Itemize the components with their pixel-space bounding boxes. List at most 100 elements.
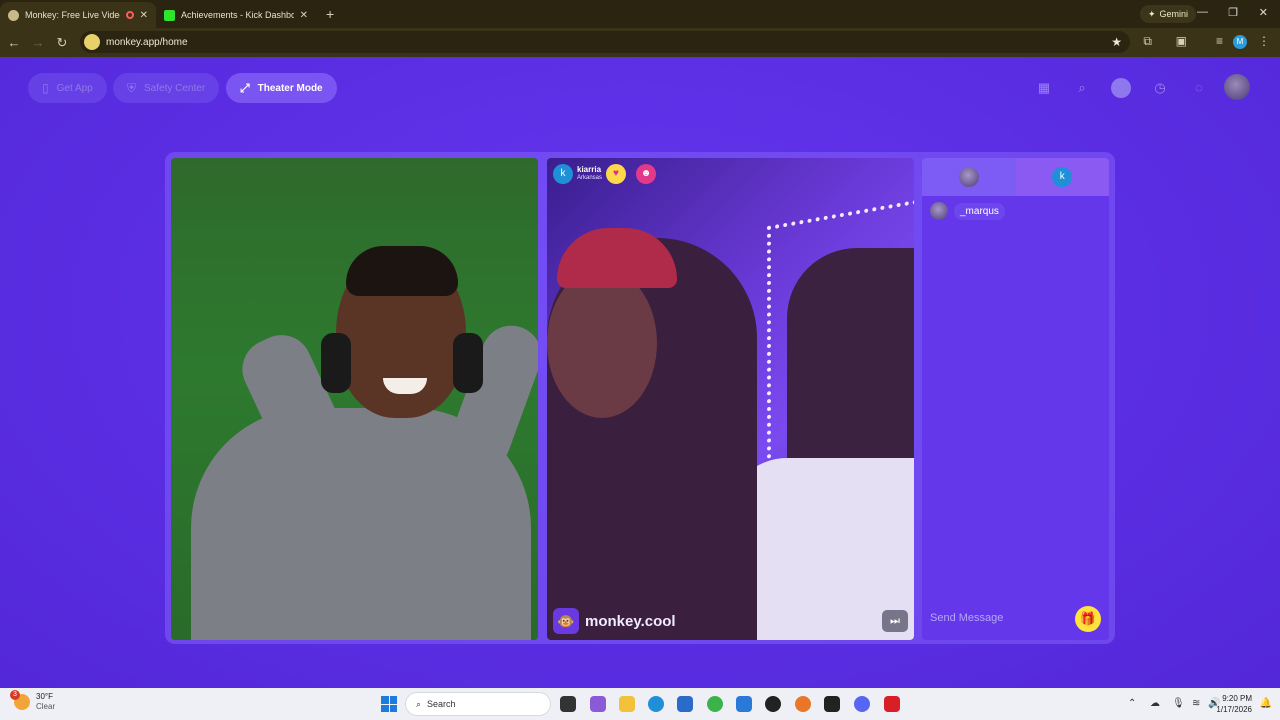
url-text: monkey.app/home xyxy=(106,36,188,48)
discord-icon[interactable] xyxy=(854,696,870,712)
weather-icon: 3 xyxy=(10,690,30,710)
browser-tab-strip: Monkey: Free Live Video Chat ✕ Achieveme… xyxy=(0,0,1280,28)
safety-center-label: Safety Center xyxy=(144,82,206,94)
taskbar-search-label: Search xyxy=(427,699,456,709)
extensions-icon[interactable]: ⧉ xyxy=(1143,34,1152,49)
clock-date: 1/17/2026 xyxy=(1216,705,1252,714)
new-tab-icon[interactable]: + xyxy=(326,6,334,22)
gemini-icon: ✦ xyxy=(1147,8,1156,19)
close-tab-icon[interactable]: ✕ xyxy=(140,10,148,21)
chat-tab-me[interactable] xyxy=(922,158,1016,196)
monkey-favicon-icon xyxy=(8,9,19,21)
file-explorer-icon[interactable] xyxy=(619,696,635,712)
expand-icon: ⤢ xyxy=(240,80,250,95)
shield-icon: ⛨ xyxy=(127,80,137,95)
back-icon[interactable]: ← xyxy=(2,35,26,50)
taskbar-search[interactable]: ⌕ Search xyxy=(405,692,551,716)
hat-shape xyxy=(557,228,677,288)
chrome-icon[interactable] xyxy=(707,696,723,712)
gift-button-icon[interactable]: 🎁 xyxy=(1075,606,1101,632)
safety-center-button[interactable]: ⛨ Safety Center xyxy=(113,73,220,103)
remote-user-name: kiarria xyxy=(577,165,602,174)
site-info-icon[interactable] xyxy=(84,34,100,50)
tab-title: Achievements - Kick Dashboard xyxy=(181,10,294,20)
weather-text: 30°F Clear xyxy=(36,692,55,712)
chevron-up-icon[interactable]: ⌃ xyxy=(1128,698,1136,709)
my-chat-avatar xyxy=(958,167,979,187)
search-icon[interactable]: ⌕ xyxy=(1072,78,1092,98)
user-icon[interactable] xyxy=(1111,78,1131,98)
shop-icon[interactable]: ▦ xyxy=(1034,78,1054,98)
remote-user-info: kiarria Arkansas xyxy=(577,165,602,183)
minimize-icon[interactable]: — xyxy=(1197,6,1208,18)
theater-mode-label: Theater Mode xyxy=(257,82,323,94)
skip-button[interactable]: ⏭ xyxy=(882,610,908,632)
onedrive-icon[interactable]: ☁ xyxy=(1150,698,1160,709)
remote-video: k kiarria Arkansas ♥ ☻ 🐵 monkey.cool ⏭ xyxy=(547,158,914,640)
gemini-label: Gemini xyxy=(1159,9,1188,19)
netflix-icon[interactable] xyxy=(884,696,900,712)
weather-badge: 3 xyxy=(10,690,20,700)
face-shape xyxy=(547,268,657,418)
send-message-input[interactable] xyxy=(930,608,1070,628)
tab-monkey[interactable]: Monkey: Free Live Video Chat ✕ xyxy=(0,2,156,28)
get-app-button[interactable]: ▯ Get App xyxy=(28,73,107,103)
weather-condition: Clear xyxy=(36,702,56,711)
history-icon[interactable]: ◷ xyxy=(1150,78,1170,98)
obs-icon[interactable] xyxy=(765,696,781,712)
forward-icon[interactable]: → xyxy=(26,35,50,50)
epic-games-icon[interactable] xyxy=(824,696,840,712)
chat-tab-remote[interactable]: k xyxy=(1015,158,1109,196)
mic-icon[interactable]: 🎙 xyxy=(1172,698,1185,709)
my-avatar[interactable] xyxy=(1224,74,1250,100)
local-video xyxy=(171,158,538,640)
menu-icon[interactable]: ⋮ xyxy=(1258,34,1270,48)
mask-badge-icon: ☻ xyxy=(636,164,657,184)
theater-mode-button[interactable]: ⤢ Theater Mode xyxy=(226,73,337,103)
recording-icon xyxy=(125,11,134,19)
media-controls-icon[interactable]: ≡ xyxy=(1216,34,1223,48)
weather-temp: 30°F xyxy=(36,692,53,701)
address-toolbar: ← → ↻ monkey.app/home ★ xyxy=(0,28,1280,57)
brand-watermark: 🐵 monkey.cool xyxy=(553,608,676,634)
profile-avatar[interactable]: M xyxy=(1233,35,1247,49)
clock-time: 9:20 PM xyxy=(1222,694,1252,703)
firefox-icon[interactable] xyxy=(795,696,811,712)
search-icon: ⌕ xyxy=(416,698,422,709)
windows-taskbar: 3 30°F Clear ⌕ Search ⌃ ☁ 🎙 ≋ 🔊 9:20 PM … xyxy=(0,688,1280,720)
gemini-button[interactable]: ✦ Gemini xyxy=(1139,5,1196,23)
copilot-icon[interactable] xyxy=(590,696,606,712)
tab-search-icon[interactable]: ▣ xyxy=(1176,34,1187,48)
system-clock[interactable]: 9:20 PM 1/17/2026 xyxy=(1216,693,1252,715)
edge-icon[interactable] xyxy=(648,696,664,712)
chat-tabs: k xyxy=(922,158,1109,196)
headphone-shape xyxy=(321,333,351,393)
remote-chat-avatar: k xyxy=(1052,167,1073,187)
remote-user-chip[interactable]: k kiarria Arkansas ♥ ☻ xyxy=(553,164,657,184)
chat-icon[interactable]: ◌ xyxy=(1189,78,1209,98)
chat-panel: k _marqus 🎁 xyxy=(922,158,1109,640)
heart-badge-icon: ♥ xyxy=(606,164,627,184)
bookmark-star-icon[interactable]: ★ xyxy=(1111,35,1122,49)
reload-icon[interactable]: ↻ xyxy=(50,35,74,51)
close-window-icon[interactable]: ✕ xyxy=(1259,6,1268,19)
address-bar[interactable]: monkey.app/home ★ xyxy=(80,31,1130,53)
restore-icon[interactable]: ❐ xyxy=(1228,6,1238,19)
outlook-icon[interactable] xyxy=(736,696,752,712)
wifi-icon[interactable]: ≋ xyxy=(1192,698,1200,709)
get-app-label: Get App xyxy=(56,82,93,94)
notifications-icon[interactable]: 🔔 xyxy=(1260,698,1272,709)
headphone-shape xyxy=(453,333,483,393)
chat-message-avatar xyxy=(930,202,948,220)
monkey-page: ▯ Get App ⛨ Safety Center ⤢ Theater Mode… xyxy=(0,57,1280,688)
start-button[interactable] xyxy=(381,696,397,712)
task-view-icon[interactable] xyxy=(560,696,576,712)
photos-icon[interactable] xyxy=(677,696,693,712)
tab-kick[interactable]: Achievements - Kick Dashboard ✕ xyxy=(156,2,316,28)
weather-widget[interactable]: 3 30°F Clear xyxy=(10,690,55,712)
kick-favicon-icon xyxy=(164,9,175,21)
close-tab-icon[interactable]: ✕ xyxy=(300,10,308,21)
monkey-logo-icon: 🐵 xyxy=(553,608,579,634)
video-stage: k kiarria Arkansas ♥ ☻ 🐵 monkey.cool ⏭ k… xyxy=(165,152,1115,644)
tab-title: Monkey: Free Live Video Chat xyxy=(25,10,120,20)
